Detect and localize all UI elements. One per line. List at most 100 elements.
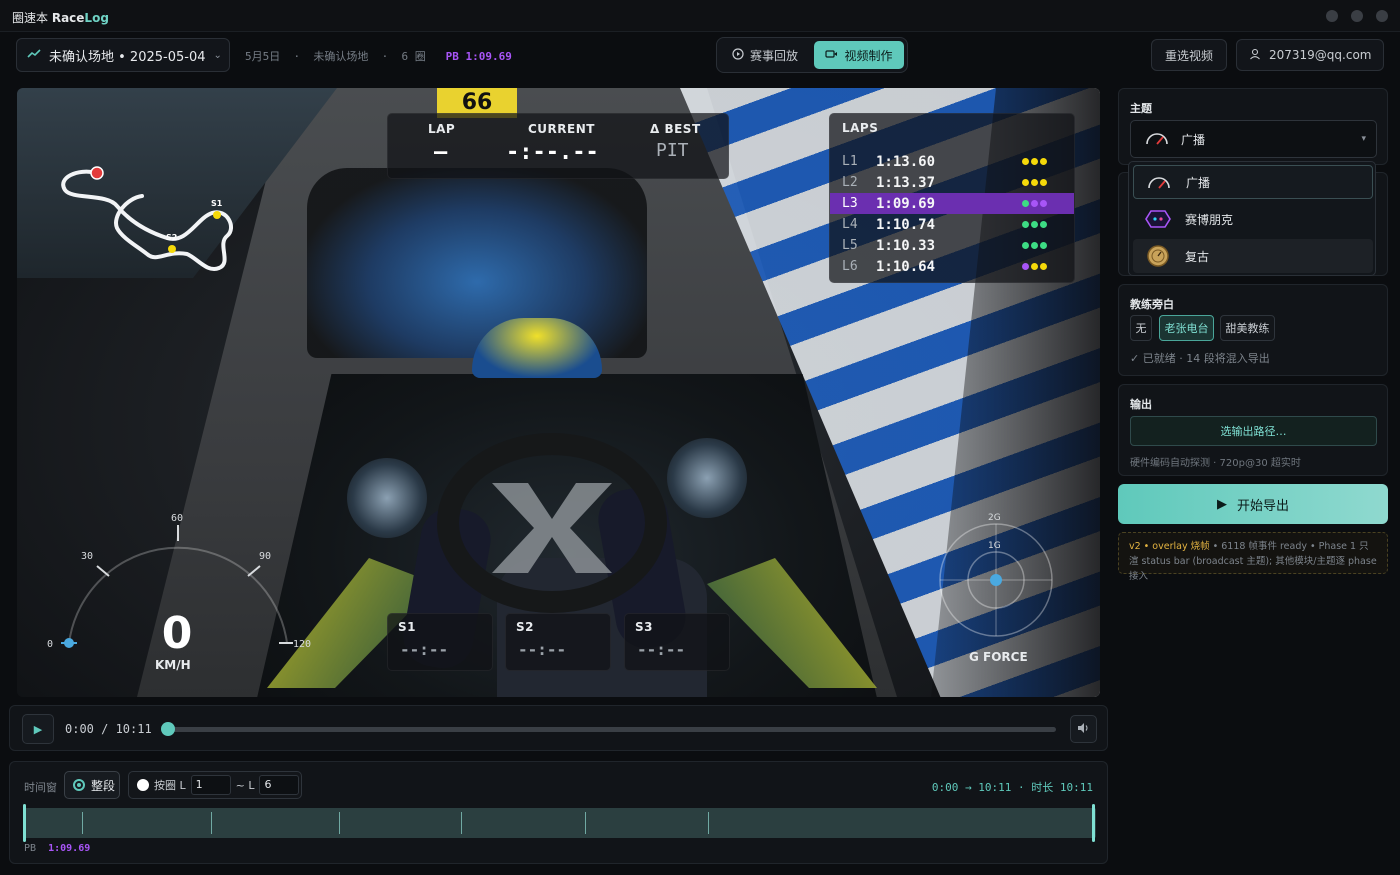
volume-button[interactable] [1070, 715, 1097, 743]
sector-dots [1022, 221, 1047, 228]
lap-from-input[interactable]: 1 [190, 775, 231, 795]
gforce-label: G FORCE [969, 650, 1028, 664]
mode-video-button[interactable]: 视频制作 [814, 41, 904, 69]
sector-overlay-s3: S3 --:-- [624, 613, 730, 671]
current-value: -:--.-- [506, 140, 599, 165]
time-window-pb: PB 1:09.69 [24, 843, 91, 854]
coach-option-sweet[interactable]: 甜美教练 [1220, 315, 1275, 341]
seek-bar[interactable] [161, 722, 1056, 736]
sector-dot [1022, 221, 1029, 228]
minimize-button[interactable] [1326, 10, 1338, 22]
gforce-tick-1g: 1G [988, 541, 1001, 551]
sector-dot [1022, 242, 1029, 249]
theme-option-broadcast[interactable]: 广播 [1133, 165, 1373, 199]
sector-dot [1022, 158, 1029, 165]
output-card: 输出 选输出路径… 硬件编码自动探测 · 720p@30 超实时 [1118, 384, 1388, 476]
theme-option-cyberpunk[interactable]: 赛博朋克 [1133, 202, 1373, 236]
lap-number: L6 [842, 259, 858, 274]
coach-option-lao-zhang[interactable]: 老张电台 [1159, 315, 1214, 341]
sector-dot [1022, 179, 1029, 186]
sector-overlay-s2: S2 --:-- [505, 613, 611, 671]
speed-tick-90: 90 [259, 551, 271, 562]
coach-title: 教练旁白 [1130, 298, 1174, 311]
sector-overlay-s1: S1 --:-- [387, 613, 493, 671]
lap-column: LAP — [428, 122, 456, 165]
lap-time: 1:10.33 [876, 237, 936, 254]
account-button[interactable]: 207319@qq.com [1236, 39, 1384, 71]
trend-icon [27, 48, 41, 62]
range-end-handle[interactable] [1092, 804, 1095, 842]
seek-thumb[interactable] [161, 722, 175, 736]
sector-dot [1031, 221, 1038, 228]
coach-status: ✓ 已就绪 · 14 段将混入导出 [1130, 352, 1270, 365]
coach-option-none[interactable]: 无 [1130, 315, 1152, 341]
lap-value: — [434, 140, 448, 165]
gforce-tick-2g: 2G [988, 513, 1001, 523]
lap-row: L1 1:13.60 [830, 151, 1074, 172]
lap-number: L5 [842, 238, 858, 253]
lap-row: L5 1:10.33 [830, 235, 1074, 256]
lap-time: 1:10.74 [876, 216, 936, 233]
mode-toggle: 赛事回放 视频制作 [716, 37, 908, 73]
timing-overlay: LAP — CURRENT -:--.-- Δ BEST PIT [387, 113, 729, 179]
video-sidepod [347, 458, 427, 538]
lap-number: L4 [842, 217, 858, 232]
radio-selected-icon [73, 779, 85, 791]
mode-replay-button[interactable]: 赛事回放 [720, 41, 810, 69]
theme-option-retro[interactable]: 复古 [1133, 239, 1373, 273]
pb-value: 1:09.69 [465, 50, 512, 63]
theme-dropdown: 广播 赛博朋克 复古 [1128, 161, 1376, 276]
speed-tick-60: 60 [171, 513, 183, 524]
sector-dots [1022, 263, 1047, 270]
speed-tick-30: 30 [81, 551, 93, 562]
speed-tick-0: 0 [47, 639, 53, 650]
title-bar: 圈速本 RaceLog [0, 0, 1400, 32]
lap-number: L1 [842, 154, 858, 169]
best-delta-column: Δ BEST PIT [650, 122, 701, 161]
time-window-label: 时间窗 [24, 781, 57, 794]
sector-dot [1040, 263, 1047, 270]
laps-title: LAPS [842, 121, 879, 135]
lap-tick [708, 812, 709, 834]
lap-range-track[interactable] [23, 804, 1096, 842]
lap-row: L3 1:09.69 [830, 193, 1074, 214]
session-label: 未确认场地 • 2025-05-04 [49, 49, 206, 65]
output-title: 输出 [1130, 398, 1152, 411]
gauge-icon [1145, 130, 1169, 149]
pb-label: PB [445, 50, 459, 63]
close-button[interactable] [1376, 10, 1388, 22]
best-delta-value: PIT [656, 140, 689, 161]
session-select[interactable]: 未确认场地 • 2025-05-04 ⌄ [16, 38, 230, 72]
option-by-lap[interactable]: 按圈 L 1 ~ L 6 [128, 771, 302, 799]
theme-select[interactable]: 广播 ▾ [1130, 120, 1377, 158]
dev-note: v2 • overlay 烧帧 • 6118 帧事件 ready • Phase… [1118, 532, 1388, 582]
maximize-button[interactable] [1351, 10, 1363, 22]
chevron-down-icon: ⌄ [213, 49, 222, 61]
sector-dot [1040, 242, 1047, 249]
start-export-button[interactable]: ▶ 开始导出 [1118, 484, 1388, 524]
timecode: 0:00 / 10:11 [65, 722, 152, 736]
sector-dot [1031, 158, 1038, 165]
coach-card: 教练旁白 无 老张电台 甜美教练 ✓ 已就绪 · 14 段将混入导出 [1118, 284, 1388, 376]
lap-tick [339, 812, 340, 834]
speed-value: 0 [161, 608, 193, 659]
playback-bar: ▶ 0:00 / 10:11 [9, 705, 1108, 751]
sector-dot [1022, 200, 1029, 207]
reselect-video-button[interactable]: 重选视频 [1151, 39, 1227, 71]
map-label-s2: S2 [166, 233, 177, 242]
radio-unselected-icon [137, 779, 149, 791]
sector-marker-s2 [168, 245, 176, 253]
lap-to-input[interactable]: 6 [259, 775, 300, 795]
lap-number: L3 [842, 196, 858, 211]
play-button[interactable]: ▶ [22, 714, 54, 744]
choose-output-path-button[interactable]: 选输出路径… [1130, 416, 1377, 446]
lap-tick [82, 812, 83, 834]
option-whole-session[interactable]: 整段 [64, 771, 120, 799]
lap-row: L2 1:13.37 [830, 172, 1074, 193]
lap-number: L2 [842, 175, 858, 190]
range-start-handle[interactable] [23, 804, 26, 842]
track-map: S1 S2 [61, 166, 233, 271]
output-hint: 硬件编码自动探测 · 720p@30 超实时 [1130, 458, 1301, 469]
sector-dot [1031, 179, 1038, 186]
video-preview[interactable]: 66 S1 S2 LAP — CURRENT -:--.-- Δ BEST PI… [17, 88, 1100, 697]
